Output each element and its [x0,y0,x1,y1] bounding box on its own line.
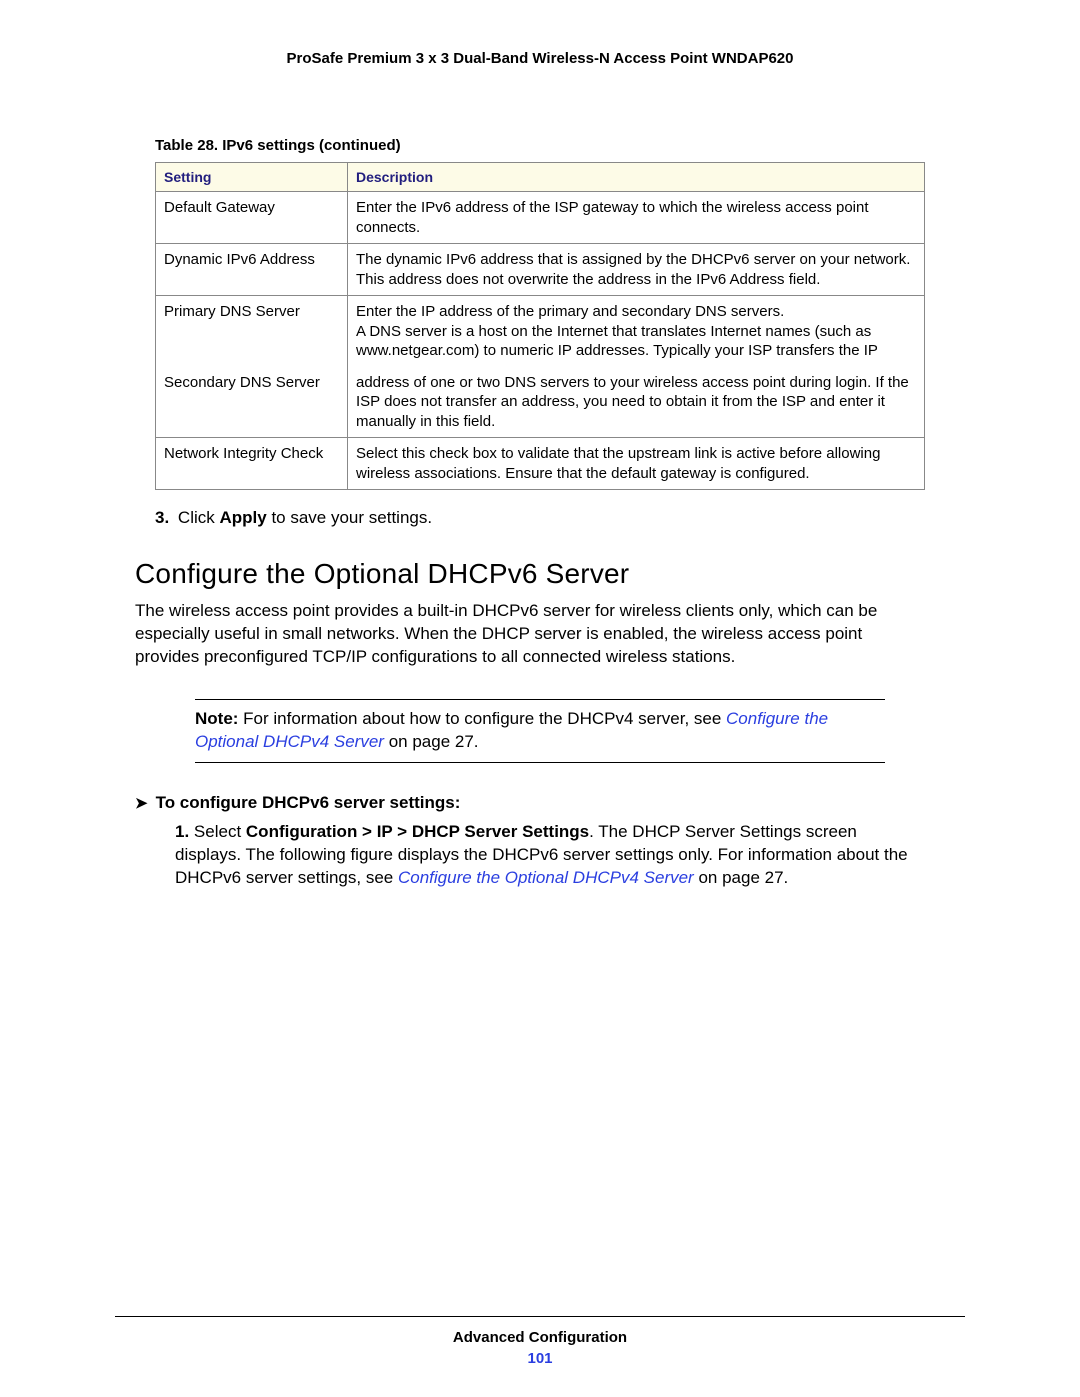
page: ProSafe Premium 3 x 3 Dual-Band Wireless… [0,0,1080,1397]
table-row: Dynamic IPv6 Address The dynamic IPv6 ad… [156,244,925,296]
table-row: Secondary DNS Server address of one or t… [156,367,925,438]
footer-page-number: 101 [0,1350,1080,1367]
table-row: Network Integrity Check Select this chec… [156,438,925,490]
cell-description: address of one or two DNS servers to you… [348,367,925,438]
procedure-heading: ➤ To configure DHCPv6 server settings: [135,793,965,813]
col-setting: Setting [156,163,348,192]
footer-rule [115,1316,965,1317]
ipv6-settings-table: Setting Description Default Gateway Ente… [155,162,925,490]
cell-setting: Network Integrity Check [156,438,348,490]
page-footer: Advanced Configuration 101 [0,1316,1080,1367]
cell-description: Enter the IPv6 address of the ISP gatewa… [348,192,925,244]
procedure-step-1: 1. Select Configuration > IP > DHCP Serv… [175,821,925,890]
step-bold: Apply [219,508,266,527]
table-header-row: Setting Description [156,163,925,192]
section-title: Configure the Optional DHCPv6 Server [135,558,965,590]
cell-setting: Default Gateway [156,192,348,244]
cell-description: Select this check box to validate that t… [348,438,925,490]
note-tail: on page 27. [384,732,479,751]
note-block: Note: For information about how to confi… [195,699,885,763]
step-number: 3. [155,508,169,527]
step-c: on page 27. [694,868,789,887]
cell-setting: Primary DNS Server [156,296,348,367]
step-3: 3. Click Apply to save your settings. [155,508,965,528]
table-caption: Table 28. IPv6 settings (continued) [155,137,965,154]
footer-title: Advanced Configuration [0,1329,1080,1346]
step-number: 1. [175,822,189,841]
table-row: Default Gateway Enter the IPv6 address o… [156,192,925,244]
cell-setting: Secondary DNS Server [156,367,348,438]
section-paragraph: The wireless access point provides a bui… [135,600,925,669]
procedure-title: To configure DHCPv6 server settings: [156,793,461,812]
cell-description: The dynamic IPv6 address that is assigne… [348,244,925,296]
step-a: Select [194,822,246,841]
col-description: Description [348,163,925,192]
running-header: ProSafe Premium 3 x 3 Dual-Band Wireless… [115,50,965,67]
cell-description: Enter the IP address of the primary and … [348,296,925,367]
step-bold: Configuration > IP > DHCP Server Setting… [246,822,589,841]
cell-setting: Dynamic IPv6 Address [156,244,348,296]
table-row: Primary DNS Server Enter the IP address … [156,296,925,367]
arrow-icon: ➤ [135,795,148,812]
step-text-post: to save your settings. [267,508,432,527]
note-text: For information about how to configure t… [238,709,726,728]
step-text-pre: Click [178,508,220,527]
note-label: Note: [195,709,238,728]
step-xref-link[interactable]: Configure the Optional DHCPv4 Server [398,868,694,887]
